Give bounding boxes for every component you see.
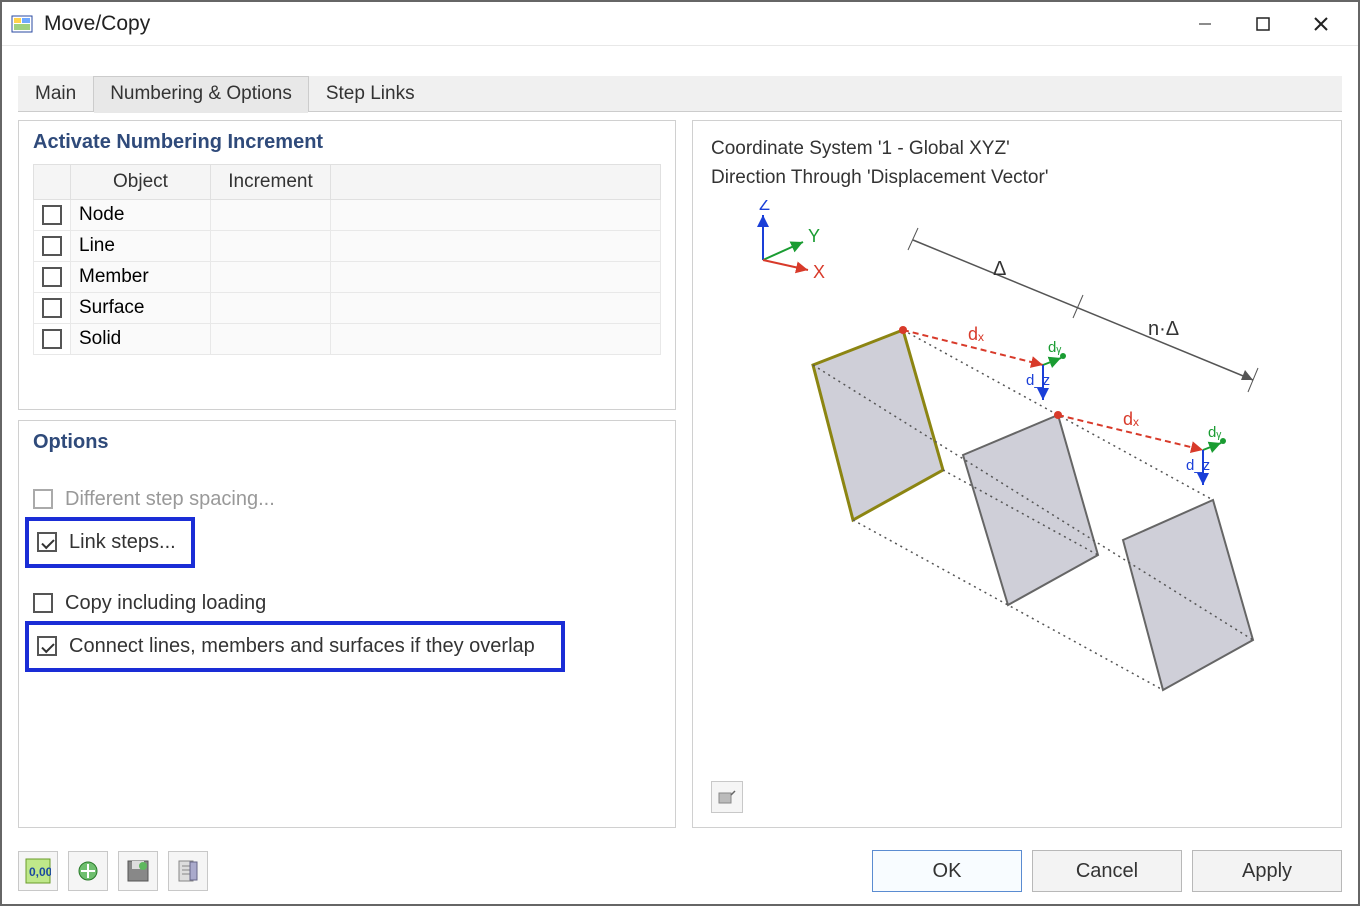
svg-text:dₓ: dₓ <box>1123 409 1139 429</box>
table-row: Surface <box>34 293 661 324</box>
table-row: Node <box>34 200 661 231</box>
checkbox-connect-overlap[interactable] <box>37 636 57 656</box>
options-panel: Options Different step spacing... Link s… <box>18 420 676 829</box>
table-row: Member <box>34 262 661 293</box>
cell-increment[interactable] <box>211 200 331 231</box>
option-link-steps[interactable]: Link steps... <box>37 525 183 560</box>
checkbox-different-step-spacing <box>33 489 53 509</box>
checkbox-line[interactable] <box>42 236 62 256</box>
minimize-button[interactable] <box>1176 2 1234 46</box>
col-spacer <box>331 165 661 200</box>
label-copy-including-loading: Copy including loading <box>65 592 266 615</box>
col-object: Object <box>71 165 211 200</box>
apply-button[interactable]: Apply <box>1192 850 1342 892</box>
cell-object[interactable]: Node <box>71 200 211 231</box>
checkbox-solid[interactable] <box>42 329 62 349</box>
highlight-connect-overlap: Connect lines, members and surfaces if t… <box>25 621 565 672</box>
svg-text:dᵧ: dᵧ <box>1208 424 1221 441</box>
cell-increment[interactable] <box>211 293 331 324</box>
cell-increment[interactable] <box>211 231 331 262</box>
numbering-panel: Activate Numbering Increment Object Incr… <box>18 120 676 410</box>
footer-tool-decimal[interactable]: 0,00 <box>18 851 58 891</box>
titlebar: Move/Copy <box>2 2 1358 46</box>
cell-object[interactable]: Member <box>71 262 211 293</box>
checkbox-member[interactable] <box>42 267 62 287</box>
cell-object[interactable]: Solid <box>71 324 211 355</box>
svg-text:dᵧ: dᵧ <box>1048 339 1061 356</box>
col-checkbox <box>34 165 71 200</box>
svg-text:d_z: d_z <box>1026 372 1050 389</box>
checkbox-link-steps[interactable] <box>37 532 57 552</box>
main-columns: Activate Numbering Increment Object Incr… <box>18 120 1342 828</box>
preview-info: Coordinate System '1 - Global XYZ' Direc… <box>693 121 1341 200</box>
ok-button[interactable]: OK <box>872 850 1022 892</box>
cell-increment[interactable] <box>211 262 331 293</box>
maximize-button[interactable] <box>1234 2 1292 46</box>
svg-text:X: X <box>813 262 825 282</box>
highlight-link-steps: Link steps... <box>25 517 195 568</box>
dialog-footer: 0,00 OK Cancel Apply <box>2 840 1358 904</box>
content-area: Main Numbering & Options Step Links Acti… <box>2 46 1358 840</box>
window-title: Move/Copy <box>44 12 1176 36</box>
tab-step-links[interactable]: Step Links <box>309 76 432 112</box>
footer-tool-save[interactable] <box>118 851 158 891</box>
option-different-step-spacing: Different step spacing... <box>33 482 661 517</box>
left-column: Activate Numbering Increment Object Incr… <box>18 120 676 828</box>
cell-object[interactable]: Surface <box>71 293 211 324</box>
svg-text:Z: Z <box>759 200 770 214</box>
numbering-title: Activate Numbering Increment <box>33 131 661 154</box>
tab-main[interactable]: Main <box>18 76 93 112</box>
checkbox-node[interactable] <box>42 205 62 225</box>
svg-text:Y: Y <box>808 226 820 246</box>
label-connect-overlap: Connect lines, members and surfaces if t… <box>69 635 535 658</box>
checkbox-surface[interactable] <box>42 298 62 318</box>
dialog-window: Move/Copy Main Numbering & Options Step … <box>0 0 1360 906</box>
close-button[interactable] <box>1292 2 1350 46</box>
footer-tool-move[interactable] <box>68 851 108 891</box>
svg-text:n·Δ: n·Δ <box>1148 318 1179 340</box>
direction-label: Direction Through 'Displacement Vector' <box>711 164 1323 193</box>
option-connect-overlap[interactable]: Connect lines, members and surfaces if t… <box>37 629 553 664</box>
option-copy-including-loading[interactable]: Copy including loading <box>33 586 661 621</box>
table-row: Solid <box>34 324 661 355</box>
numbering-table: Object Increment Node <box>33 164 661 395</box>
svg-text:0,00: 0,00 <box>29 865 51 879</box>
tab-numbering-options[interactable]: Numbering & Options <box>93 76 309 112</box>
preview-tool-button[interactable] <box>711 781 743 813</box>
coord-system-label: Coordinate System '1 - Global XYZ' <box>711 135 1323 164</box>
displacement-diagram: Z Y X Δ n·Δ <box>693 200 1341 760</box>
col-increment: Increment <box>211 165 331 200</box>
footer-tool-list[interactable] <box>168 851 208 891</box>
checkbox-copy-including-loading[interactable] <box>33 593 53 613</box>
svg-text:d_z: d_z <box>1186 457 1210 474</box>
options-title: Options <box>33 431 661 454</box>
svg-text:dₓ: dₓ <box>968 324 984 344</box>
tab-bar: Main Numbering & Options Step Links <box>18 76 1342 112</box>
label-link-steps: Link steps... <box>69 531 176 554</box>
table-row: Line <box>34 231 661 262</box>
cell-object[interactable]: Line <box>71 231 211 262</box>
svg-text:Δ: Δ <box>993 258 1006 280</box>
cancel-button[interactable]: Cancel <box>1032 850 1182 892</box>
label-different-step-spacing: Different step spacing... <box>65 488 275 511</box>
cell-increment[interactable] <box>211 324 331 355</box>
preview-panel: Coordinate System '1 - Global XYZ' Direc… <box>692 120 1342 828</box>
app-icon <box>10 12 34 36</box>
